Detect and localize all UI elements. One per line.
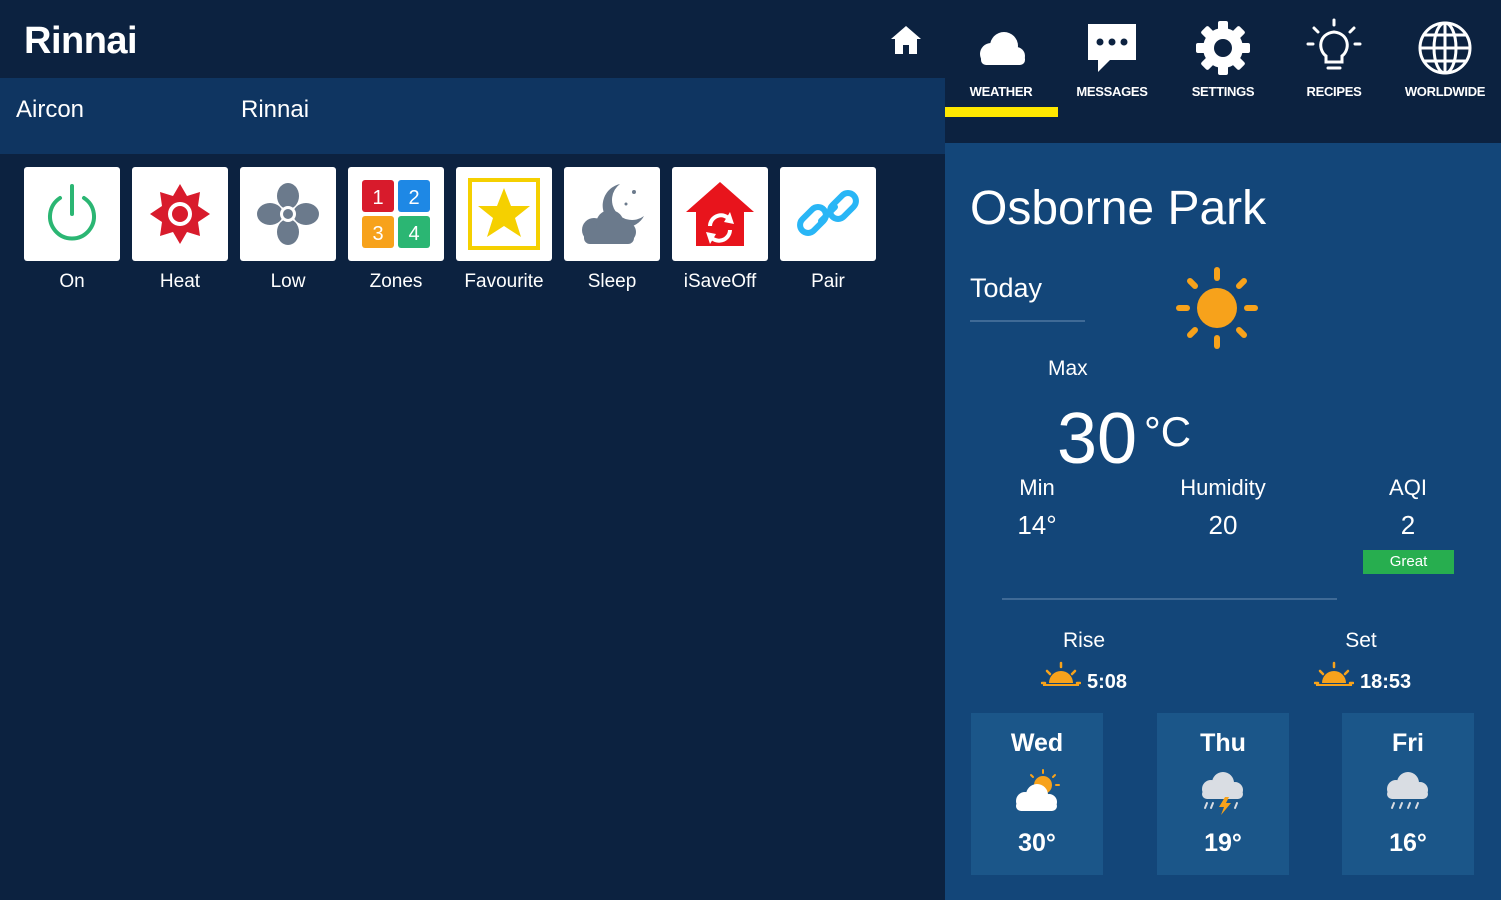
sunset-time: 18:53	[1360, 671, 1412, 693]
nav-weather-label: WEATHER	[969, 84, 1033, 99]
sun-icon	[1176, 267, 1258, 349]
min-label: Min	[1019, 475, 1055, 500]
home-button[interactable]	[888, 22, 924, 58]
chat-icon	[1088, 24, 1136, 72]
sleep-label: Sleep	[587, 271, 637, 292]
forecast-temp: 30°	[1018, 829, 1056, 857]
cloud-icon	[980, 32, 1025, 65]
nav-messages[interactable]: MESSAGES	[1056, 18, 1168, 118]
favourite-label: Favourite	[464, 271, 544, 292]
isave-house-icon	[686, 182, 754, 246]
heat-sun-icon	[150, 184, 210, 244]
forecast-day: Wed	[1010, 729, 1064, 757]
on-label: On	[59, 271, 85, 292]
heat-label: Heat	[159, 271, 201, 292]
device-name-label[interactable]: Rinnai	[241, 96, 309, 124]
nav-messages-label: MESSAGES	[1076, 84, 1148, 99]
favourite-button[interactable]	[456, 167, 552, 261]
aqi-label: AQI	[1389, 475, 1427, 500]
lightbulb-icon	[1306, 18, 1362, 70]
power-icon	[48, 184, 96, 241]
gear-icon	[1196, 21, 1250, 75]
device-type-label: Aircon	[16, 96, 85, 123]
isave-off-label: iSaveOff	[683, 271, 757, 292]
nav-worldwide[interactable]: WORLDWIDE	[1389, 18, 1501, 118]
aqi-value: 2	[1400, 510, 1416, 540]
sunset-label: Set	[1345, 629, 1377, 652]
weather-panel: Osborne Park Today Max 30 °C Min 14° Hum…	[945, 143, 1501, 900]
temperature-unit: °C	[1144, 408, 1192, 455]
forecast-temp: 16°	[1389, 829, 1427, 857]
nav-recipes[interactable]: RECIPES	[1278, 18, 1390, 118]
aqi-status-badge: Great	[1363, 550, 1454, 574]
rain-cloud-icon	[1387, 772, 1428, 809]
on-button[interactable]	[24, 167, 120, 261]
forecast-day: Thu	[1200, 729, 1246, 757]
sleep-button[interactable]	[564, 167, 660, 261]
nav-weather[interactable]: WEATHER	[945, 18, 1057, 118]
star-icon	[468, 178, 540, 250]
zone-1-number: 1	[372, 187, 383, 209]
zone-3-number: 3	[372, 223, 383, 245]
forecast-card-wed[interactable]: Wed 30°	[971, 713, 1103, 875]
nav-worldwide-label: WORLDWIDE	[1404, 84, 1486, 99]
fan-low-label: Low	[270, 271, 306, 292]
fan-icon	[257, 183, 319, 245]
fan-low-button[interactable]	[240, 167, 336, 261]
brand-logo: Rinnai	[24, 20, 138, 62]
humidity-label: Humidity	[1180, 475, 1266, 500]
zones-button[interactable]: 1 2 3 4	[348, 167, 444, 261]
link-icon	[797, 190, 859, 236]
today-label: Today	[970, 273, 1043, 303]
pair-button[interactable]	[780, 167, 876, 261]
humidity-value: 20	[1208, 510, 1238, 540]
zones-grid-icon: 1 2 3 4	[362, 180, 430, 248]
home-icon	[891, 26, 921, 54]
heat-button[interactable]	[132, 167, 228, 261]
sunset-icon	[1314, 661, 1354, 686]
today-divider	[970, 320, 1085, 322]
zone-2-number: 2	[408, 187, 419, 209]
max-temperature: 30	[1057, 399, 1138, 479]
forecast-card-thu[interactable]: Thu 19°	[1157, 713, 1289, 875]
partly-cloudy-icon	[1016, 769, 1060, 811]
zones-label: Zones	[369, 271, 423, 292]
thunder-rain-icon	[1202, 772, 1243, 815]
active-tab-indicator	[945, 107, 1058, 117]
section-divider	[1002, 598, 1337, 600]
device-bar: Aircon Rinnai	[0, 78, 945, 154]
isave-off-button[interactable]	[672, 167, 768, 261]
sunrise-icon	[1041, 661, 1081, 686]
forecast-day: Fri	[1392, 729, 1424, 757]
pair-label: Pair	[811, 271, 845, 292]
sunrise-time: 5:08	[1087, 671, 1128, 693]
zone-4-number: 4	[408, 223, 419, 245]
city-name: Osborne Park	[970, 182, 1267, 235]
globe-icon	[1418, 21, 1472, 75]
max-label: Max	[1048, 357, 1088, 380]
forecast-card-fri[interactable]: Fri 16°	[1342, 713, 1474, 875]
sunrise-label: Rise	[1062, 629, 1105, 652]
nav-settings-label: SETTINGS	[1191, 84, 1255, 99]
moon-cloud-icon	[582, 184, 644, 244]
forecast-temp: 19°	[1204, 829, 1242, 857]
nav-settings[interactable]: SETTINGS	[1167, 18, 1279, 118]
nav-recipes-label: RECIPES	[1306, 84, 1362, 99]
min-value: 14°	[1017, 510, 1057, 540]
